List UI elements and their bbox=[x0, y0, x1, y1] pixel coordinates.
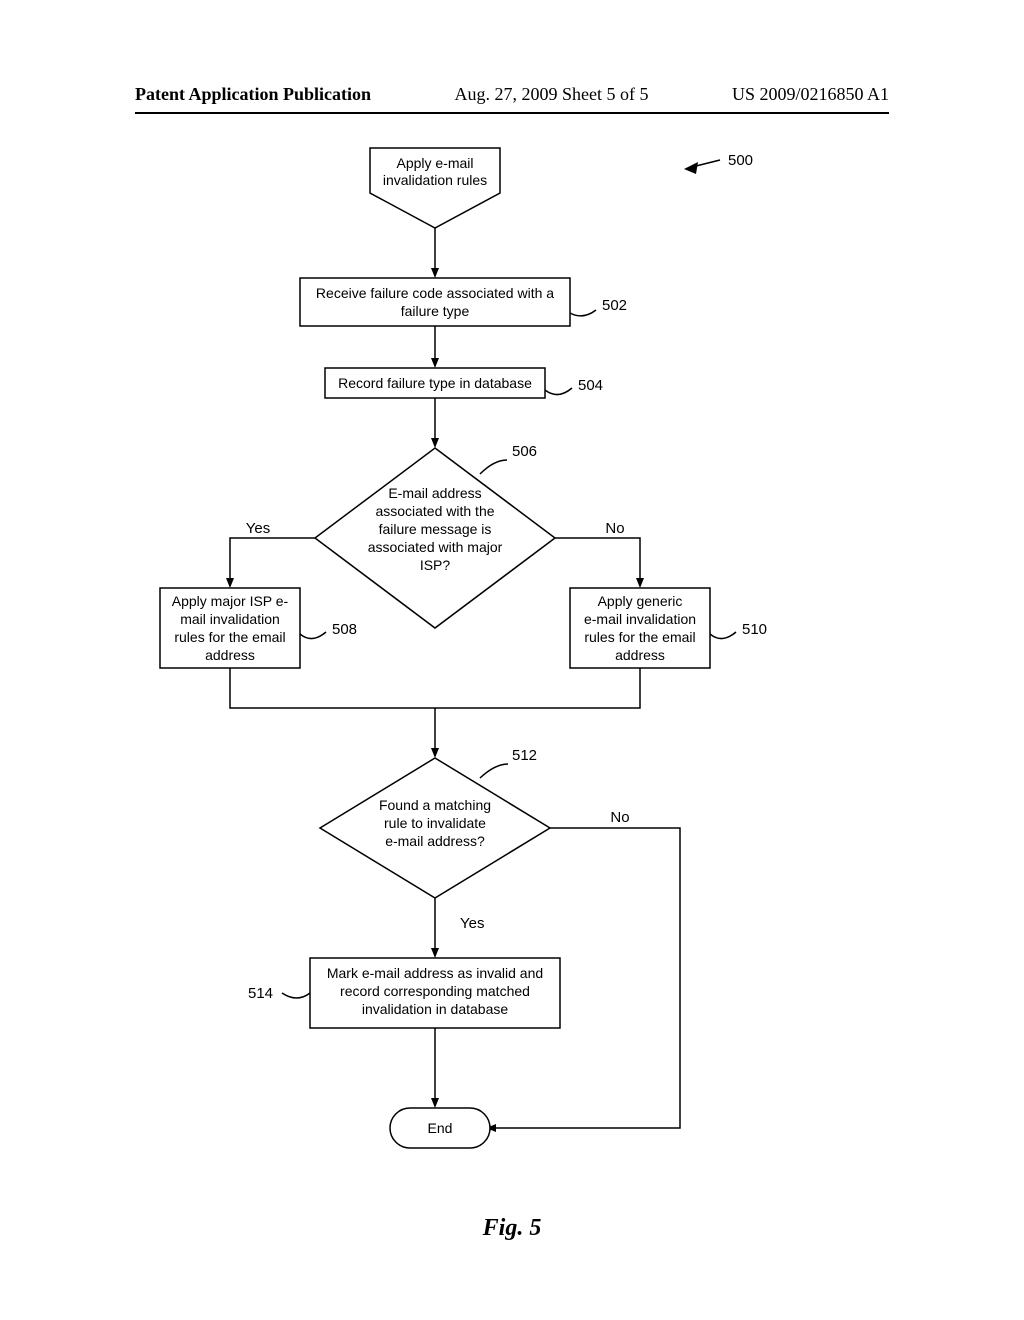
svg-text:failure message is: failure message is bbox=[379, 521, 492, 537]
end-node: End bbox=[390, 1108, 490, 1148]
ref-512: 512 bbox=[480, 747, 537, 778]
label-no-506: No bbox=[605, 520, 624, 537]
label-yes-506: Yes bbox=[246, 520, 270, 537]
node-504: Record failure type in database bbox=[325, 368, 545, 398]
svg-text:502: 502 bbox=[602, 297, 627, 314]
svg-text:504: 504 bbox=[578, 377, 603, 394]
svg-text:mail invalidation: mail invalidation bbox=[180, 611, 280, 627]
decision-512: Found a matching rule to invalidate e-ma… bbox=[320, 758, 550, 898]
label-no-512: No bbox=[610, 809, 629, 826]
svg-text:514: 514 bbox=[248, 985, 273, 1002]
svg-text:ISP?: ISP? bbox=[420, 557, 451, 573]
decision-506: E-mail address associated with the failu… bbox=[315, 448, 555, 628]
svg-text:506: 506 bbox=[512, 443, 537, 460]
ref-514: 514 bbox=[248, 985, 310, 1002]
header-right: US 2009/0216850 A1 bbox=[732, 84, 889, 105]
ref-508: 508 bbox=[300, 621, 357, 639]
page-header: Patent Application Publication Aug. 27, … bbox=[135, 84, 889, 105]
start-line2: invalidation rules bbox=[383, 172, 487, 188]
ref-510: 510 bbox=[710, 621, 767, 639]
svg-text:e-mail invalidation: e-mail invalidation bbox=[584, 611, 696, 627]
node-510: Apply generic e-mail invalidation rules … bbox=[570, 588, 710, 668]
svg-text:associated with major: associated with major bbox=[368, 539, 503, 555]
node-514: Mark e-mail address as invalid and recor… bbox=[310, 958, 560, 1028]
svg-text:rule to invalidate: rule to invalidate bbox=[384, 815, 486, 831]
node-502: Receive failure code associated with a f… bbox=[300, 278, 570, 326]
svg-text:associated with the: associated with the bbox=[375, 503, 494, 519]
ref-506: 506 bbox=[480, 443, 537, 474]
label-yes-512: Yes bbox=[460, 915, 484, 932]
header-middle: Aug. 27, 2009 Sheet 5 of 5 bbox=[455, 84, 649, 105]
header-left: Patent Application Publication bbox=[135, 84, 371, 105]
ref-500: 500 bbox=[684, 152, 753, 174]
svg-text:510: 510 bbox=[742, 621, 767, 638]
start-node: Apply e-mail invalidation rules bbox=[370, 148, 500, 228]
start-line1: Apply e-mail bbox=[396, 155, 473, 171]
svg-text:rules for the email: rules for the email bbox=[174, 629, 285, 645]
svg-text:508: 508 bbox=[332, 621, 357, 638]
svg-text:End: End bbox=[428, 1120, 453, 1136]
header-rule bbox=[135, 112, 889, 114]
flowchart: Apply e-mail invalidation rules 500 Rece… bbox=[0, 138, 1024, 1198]
svg-text:e-mail address?: e-mail address? bbox=[385, 833, 485, 849]
ref-500-text: 500 bbox=[728, 152, 753, 169]
figure-caption: Fig. 5 bbox=[0, 1215, 1024, 1242]
svg-text:address: address bbox=[205, 647, 255, 663]
n502-l2: failure type bbox=[401, 303, 470, 319]
svg-text:Mark e-mail address as invalid: Mark e-mail address as invalid and bbox=[327, 965, 543, 981]
n504: Record failure type in database bbox=[338, 375, 532, 391]
svg-text:Apply generic: Apply generic bbox=[598, 593, 683, 609]
svg-text:record corresponding matched: record corresponding matched bbox=[340, 983, 530, 999]
ref-502: 502 bbox=[570, 297, 627, 316]
node-508: Apply major ISP e- mail invalidation rul… bbox=[160, 588, 300, 668]
svg-text:address: address bbox=[615, 647, 665, 663]
svg-text:512: 512 bbox=[512, 747, 537, 764]
svg-text:E-mail address: E-mail address bbox=[388, 485, 481, 501]
ref-504: 504 bbox=[545, 377, 603, 395]
n502-l1: Receive failure code associated with a bbox=[316, 285, 554, 301]
svg-text:Found a matching: Found a matching bbox=[379, 797, 491, 813]
svg-text:invalidation in database: invalidation in database bbox=[362, 1001, 509, 1017]
svg-text:Apply major ISP e-: Apply major ISP e- bbox=[172, 593, 289, 609]
svg-text:rules for the email: rules for the email bbox=[584, 629, 695, 645]
